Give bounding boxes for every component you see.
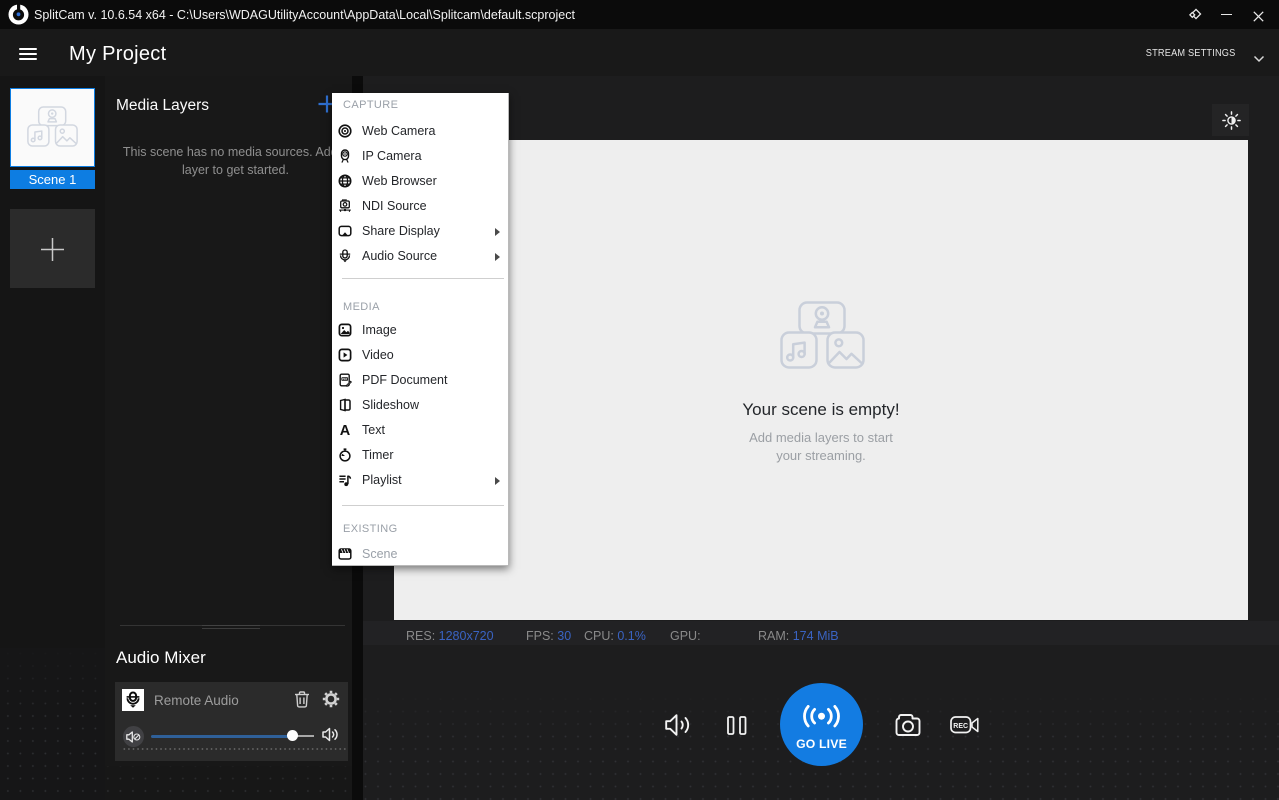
svg-text:A: A (340, 423, 351, 437)
svg-text:PDF: PDF (342, 377, 348, 381)
svg-text:REC: REC (953, 723, 968, 730)
